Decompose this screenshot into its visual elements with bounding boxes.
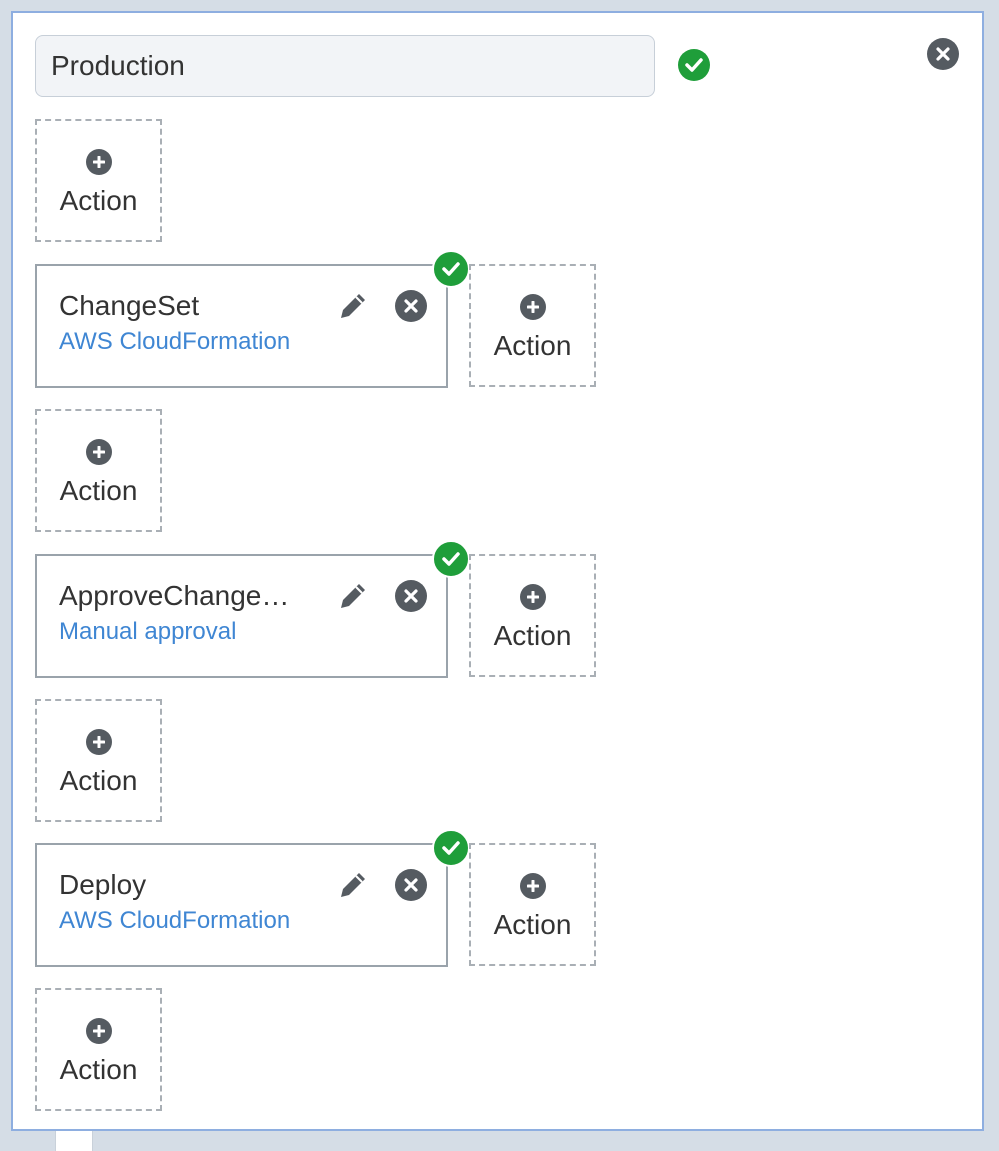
action-valid-check-icon: [432, 540, 470, 578]
plus-icon: [519, 873, 546, 899]
plus-icon: [85, 729, 112, 755]
add-action-label: Action: [493, 620, 572, 651]
delete-action-close-icon[interactable]: [395, 580, 427, 612]
action-valid-check-icon: [432, 250, 470, 288]
action-provider-link[interactable]: AWS CloudFormation: [59, 907, 290, 935]
add-action-label: Action: [59, 1054, 138, 1085]
add-action-label: Action: [493, 909, 572, 940]
pencil-icon[interactable]: [335, 867, 371, 903]
action-name: Deploy: [59, 869, 147, 900]
add-action-label: Action: [493, 330, 572, 361]
action-card-changeset[interactable]: ChangeSet AWS CloudFormation: [35, 250, 470, 388]
plus-icon: [85, 149, 112, 175]
plus-icon: [519, 294, 546, 320]
add-parallel-action-button[interactable]: Action: [469, 843, 596, 966]
add-action-button[interactable]: Action: [35, 988, 162, 1111]
add-action-button[interactable]: Action: [35, 699, 162, 822]
action-card-approvechange[interactable]: ApproveChange… Manual approval: [35, 540, 470, 678]
action-name: ApproveChange…: [59, 580, 290, 611]
add-action-button[interactable]: Action: [35, 119, 162, 242]
plus-icon: [519, 584, 546, 610]
delete-stage-close-icon[interactable]: [927, 38, 959, 70]
add-action-label: Action: [59, 475, 138, 506]
action-name: ChangeSet: [59, 290, 200, 321]
stage-name-input[interactable]: [35, 35, 655, 97]
stage-panel: Action ChangeSet AWS CloudFormation Acti…: [11, 11, 984, 1131]
pencil-icon[interactable]: [335, 578, 371, 614]
delete-action-close-icon[interactable]: [395, 290, 427, 322]
action-card-deploy[interactable]: Deploy AWS CloudFormation: [35, 829, 470, 967]
plus-icon: [85, 439, 112, 465]
stage-valid-check-icon: [678, 49, 710, 81]
stage-connector: [55, 1131, 93, 1151]
add-parallel-action-button[interactable]: Action: [469, 554, 596, 677]
plus-icon: [85, 1018, 112, 1044]
action-provider-link[interactable]: Manual approval: [59, 618, 236, 646]
add-action-label: Action: [59, 185, 138, 216]
add-action-button[interactable]: Action: [35, 409, 162, 532]
action-provider-link[interactable]: AWS CloudFormation: [59, 328, 290, 356]
add-parallel-action-button[interactable]: Action: [469, 264, 596, 387]
action-valid-check-icon: [432, 829, 470, 867]
pencil-icon[interactable]: [335, 288, 371, 324]
delete-action-close-icon[interactable]: [395, 869, 427, 901]
add-action-label: Action: [59, 765, 138, 796]
